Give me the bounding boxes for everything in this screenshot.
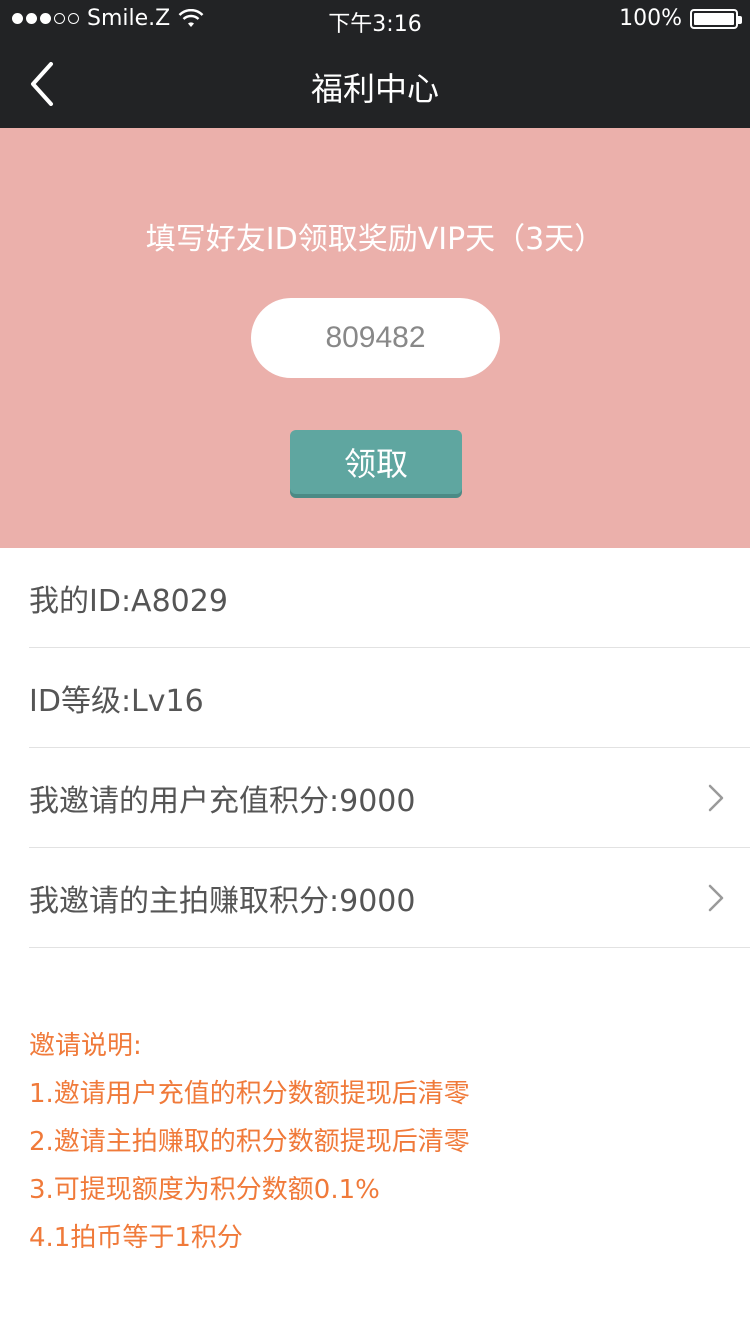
- note-item: 2.邀请主拍赚取的积分数额提现后清零: [29, 1127, 470, 1157]
- id-level-row: ID等级:Lv16: [29, 648, 750, 748]
- chevron-right-icon: [708, 884, 724, 912]
- note-item: 3.可提现额度为积分数额0.1%: [29, 1175, 380, 1205]
- chevron-right-icon: [708, 784, 724, 812]
- my-id-label: 我的ID:A8029: [29, 583, 228, 619]
- nav-bar: 福利中心: [0, 40, 750, 128]
- friend-id-input[interactable]: [251, 298, 500, 378]
- invited-recharge-points-label: 我邀请的用户充值积分:9000: [29, 783, 416, 819]
- notes-title: 邀请说明:: [29, 1031, 142, 1061]
- invitation-notes: 邀请说明: 1.邀请用户充值的积分数额提现后清零 2.邀请主拍赚取的积分数额提现…: [29, 1028, 729, 1268]
- info-list: 我的ID:A8029 ID等级:Lv16 我邀请的用户充值积分:9000 我邀请…: [0, 548, 750, 948]
- invited-recharge-points-row[interactable]: 我邀请的用户充值积分:9000: [29, 748, 750, 848]
- referral-title: 填写好友ID领取奖励VIP天（3天）: [145, 222, 605, 257]
- status-bar: Smile.Z 下午3:16 100%: [0, 0, 750, 40]
- battery-icon: [690, 8, 742, 29]
- status-right: 100%: [619, 6, 742, 31]
- note-item: 1.邀请用户充值的积分数额提现后清零: [29, 1079, 470, 1109]
- invited-host-points-row[interactable]: 我邀请的主拍赚取积分:9000: [29, 848, 750, 948]
- referral-panel: 填写好友ID领取奖励VIP天（3天） 领取: [0, 128, 750, 548]
- id-level-label: ID等级:Lv16: [29, 683, 204, 719]
- claim-button[interactable]: 领取: [290, 430, 462, 494]
- battery-percent: 100%: [619, 6, 682, 31]
- note-item: 4.1拍币等于1积分: [29, 1223, 243, 1253]
- my-id-row: 我的ID:A8029: [29, 548, 750, 648]
- invited-host-points-label: 我邀请的主拍赚取积分:9000: [29, 883, 416, 919]
- page-title: 福利中心: [310, 70, 439, 108]
